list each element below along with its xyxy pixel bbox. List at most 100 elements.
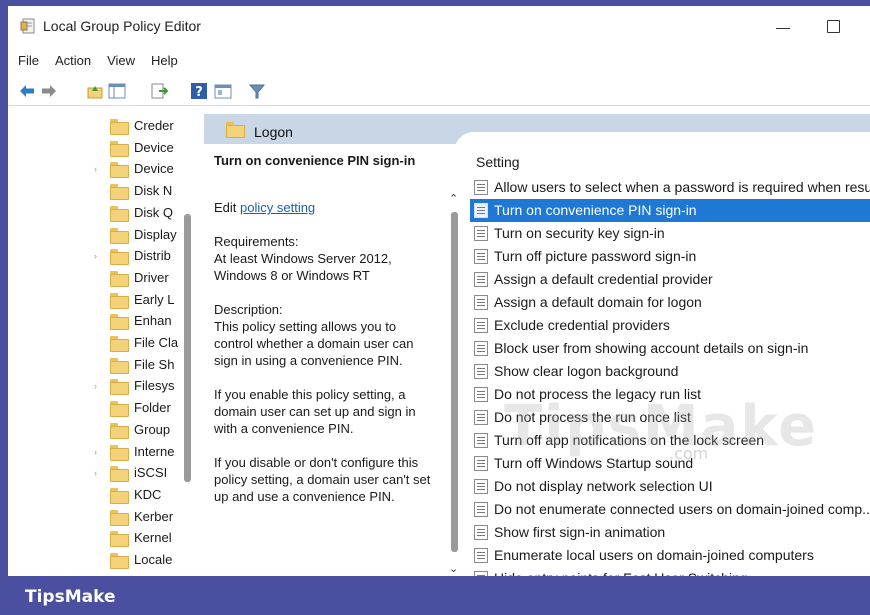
tree-item[interactable]: File Sh [8, 355, 180, 377]
menu-view[interactable]: View [99, 50, 143, 72]
tree-item[interactable]: › Filesys [8, 376, 180, 398]
policy-setting-icon [474, 341, 488, 356]
folder-icon [110, 357, 129, 374]
policy-setting-icon [474, 249, 488, 264]
menu-help[interactable]: Help [143, 50, 186, 72]
enable-text: If you enable this policy setting, a dom… [214, 387, 416, 436]
up-folder-icon[interactable] [86, 82, 104, 100]
forward-arrow-icon[interactable] [40, 82, 58, 100]
tree-item[interactable]: › Distrib [8, 246, 180, 268]
setting-label: Turn off Windows Startup sound [494, 455, 694, 471]
scroll-thumb[interactable] [451, 212, 458, 552]
setting-row[interactable]: Show clear logon background [470, 360, 870, 383]
tree-item[interactable]: Folder [8, 398, 180, 420]
folder-icon [110, 184, 129, 201]
tree-item[interactable]: › iSCSI [8, 463, 180, 485]
export-list-icon[interactable] [150, 82, 168, 100]
folder-icon [110, 444, 129, 461]
minimize-button[interactable] [770, 14, 796, 36]
policy-setting-icon [474, 456, 488, 471]
setting-row[interactable]: Allow users to select when a password is… [470, 176, 870, 199]
menu-action[interactable]: Action [47, 50, 99, 72]
tree-item[interactable]: Disk Q [8, 203, 180, 225]
show-hide-tree-icon[interactable] [108, 82, 126, 100]
setting-row[interactable]: Enumerate local users on domain-joined c… [470, 544, 870, 567]
description-scrollbar[interactable]: ⌃ ⌄ [448, 184, 460, 576]
tree-item[interactable]: Locale [8, 550, 180, 572]
menu-file[interactable]: File [8, 50, 47, 72]
setting-row[interactable]: Block user from showing account details … [470, 337, 870, 360]
description-text: Description: This policy setting allows … [214, 302, 414, 368]
setting-label: Exclude credential providers [494, 317, 670, 333]
description-pane: Turn on convenience PIN sign-in Edit pol… [214, 152, 436, 522]
setting-row[interactable]: Turn on convenience PIN sign-in [470, 199, 870, 222]
setting-row[interactable]: Hide entry points for Fast User Switchin… [470, 567, 870, 576]
policy-setting-link[interactable]: policy setting [240, 200, 315, 215]
setting-row[interactable]: Do not process the run once list [470, 406, 870, 429]
setting-label: Do not display network selection UI [494, 478, 713, 494]
filter-icon[interactable] [248, 82, 266, 100]
scroll-down-icon[interactable]: ⌄ [449, 562, 458, 575]
chevron-right-icon[interactable]: › [94, 165, 102, 174]
chevron-right-icon[interactable]: › [94, 469, 102, 478]
folder-icon [110, 466, 129, 483]
tree-item-label: Enhan [134, 313, 172, 329]
setting-row[interactable]: Assign a default domain for logon [470, 291, 870, 314]
folder-icon [110, 531, 129, 548]
properties-icon[interactable] [214, 82, 232, 100]
chevron-right-icon[interactable]: › [94, 382, 102, 391]
setting-row[interactable]: Turn on security key sign-in [470, 222, 870, 245]
setting-label: Turn on convenience PIN sign-in [494, 202, 697, 218]
tree-item[interactable]: Display [8, 225, 180, 247]
setting-label: Show first sign-in animation [494, 524, 666, 540]
tree-item[interactable]: Disk N [8, 181, 180, 203]
tree-item[interactable]: Group [8, 420, 180, 442]
folder-icon [110, 553, 129, 569]
content-pane: Logon Turn on convenience PIN sign-in Ed… [204, 114, 870, 576]
tree-item-label: File Sh [134, 356, 175, 372]
tree-item[interactable]: › Interne [8, 442, 180, 464]
policy-title: Turn on convenience PIN sign-in [214, 153, 416, 168]
back-arrow-icon[interactable] [18, 82, 36, 100]
tree-item[interactable]: Kernel [8, 528, 180, 550]
setting-row[interactable]: Exclude credential providers [470, 314, 870, 337]
folder-title: Logon [254, 124, 293, 140]
tree-item[interactable]: KDC [8, 485, 180, 507]
tree-pane[interactable]: Creder Device › Device Disk N Disk Q Display › D… [8, 114, 200, 576]
menu-bar: File Action View Help [8, 50, 186, 72]
folder-icon [110, 119, 129, 135]
chevron-right-icon[interactable]: › [94, 252, 102, 261]
tree-item[interactable]: Creder [8, 116, 180, 138]
tree-item[interactable]: Kerber [8, 507, 180, 529]
tree-item-label: Filesys [134, 378, 175, 394]
tree-item[interactable]: › Device [8, 159, 180, 181]
tree-item[interactable]: File Cla [8, 333, 180, 355]
setting-row[interactable]: Show first sign-in animation [470, 521, 870, 544]
window-title: Local Group Policy Editor [43, 18, 201, 34]
tree-scrollbar[interactable] [184, 214, 191, 482]
setting-row[interactable]: Turn off picture password sign-in [470, 245, 870, 268]
tree-item[interactable]: Driver [8, 268, 180, 290]
tree-item[interactable]: Enhan [8, 311, 180, 333]
setting-row[interactable]: Assign a default credential provider [470, 268, 870, 291]
tree-item-label: Disk N [134, 183, 173, 199]
tree-item[interactable]: Early L [8, 290, 180, 312]
help-icon[interactable]: ? [190, 82, 208, 100]
tree-item-label: Early L [134, 291, 175, 307]
folder-icon [110, 314, 129, 331]
setting-row[interactable]: Do not enumerate connected users on doma… [470, 498, 870, 521]
setting-label: Do not enumerate connected users on doma… [494, 501, 870, 517]
folder-icon [110, 379, 129, 396]
setting-row[interactable]: Do not process the legacy run list [470, 383, 870, 406]
setting-label: Turn on security key sign-in [494, 225, 665, 241]
maximize-button[interactable] [823, 16, 843, 36]
tree-item-label: KDC [134, 486, 162, 502]
policy-setting-icon [474, 180, 488, 195]
scroll-up-icon[interactable]: ⌃ [449, 192, 458, 205]
footer-bar: TipsMake [0, 576, 870, 615]
settings-column-header[interactable]: Setting [476, 154, 520, 170]
setting-row[interactable]: Do not display network selection UI [470, 475, 870, 498]
chevron-right-icon[interactable]: › [94, 447, 102, 456]
tree-item[interactable]: Device [8, 138, 180, 160]
policy-setting-icon [474, 295, 488, 310]
